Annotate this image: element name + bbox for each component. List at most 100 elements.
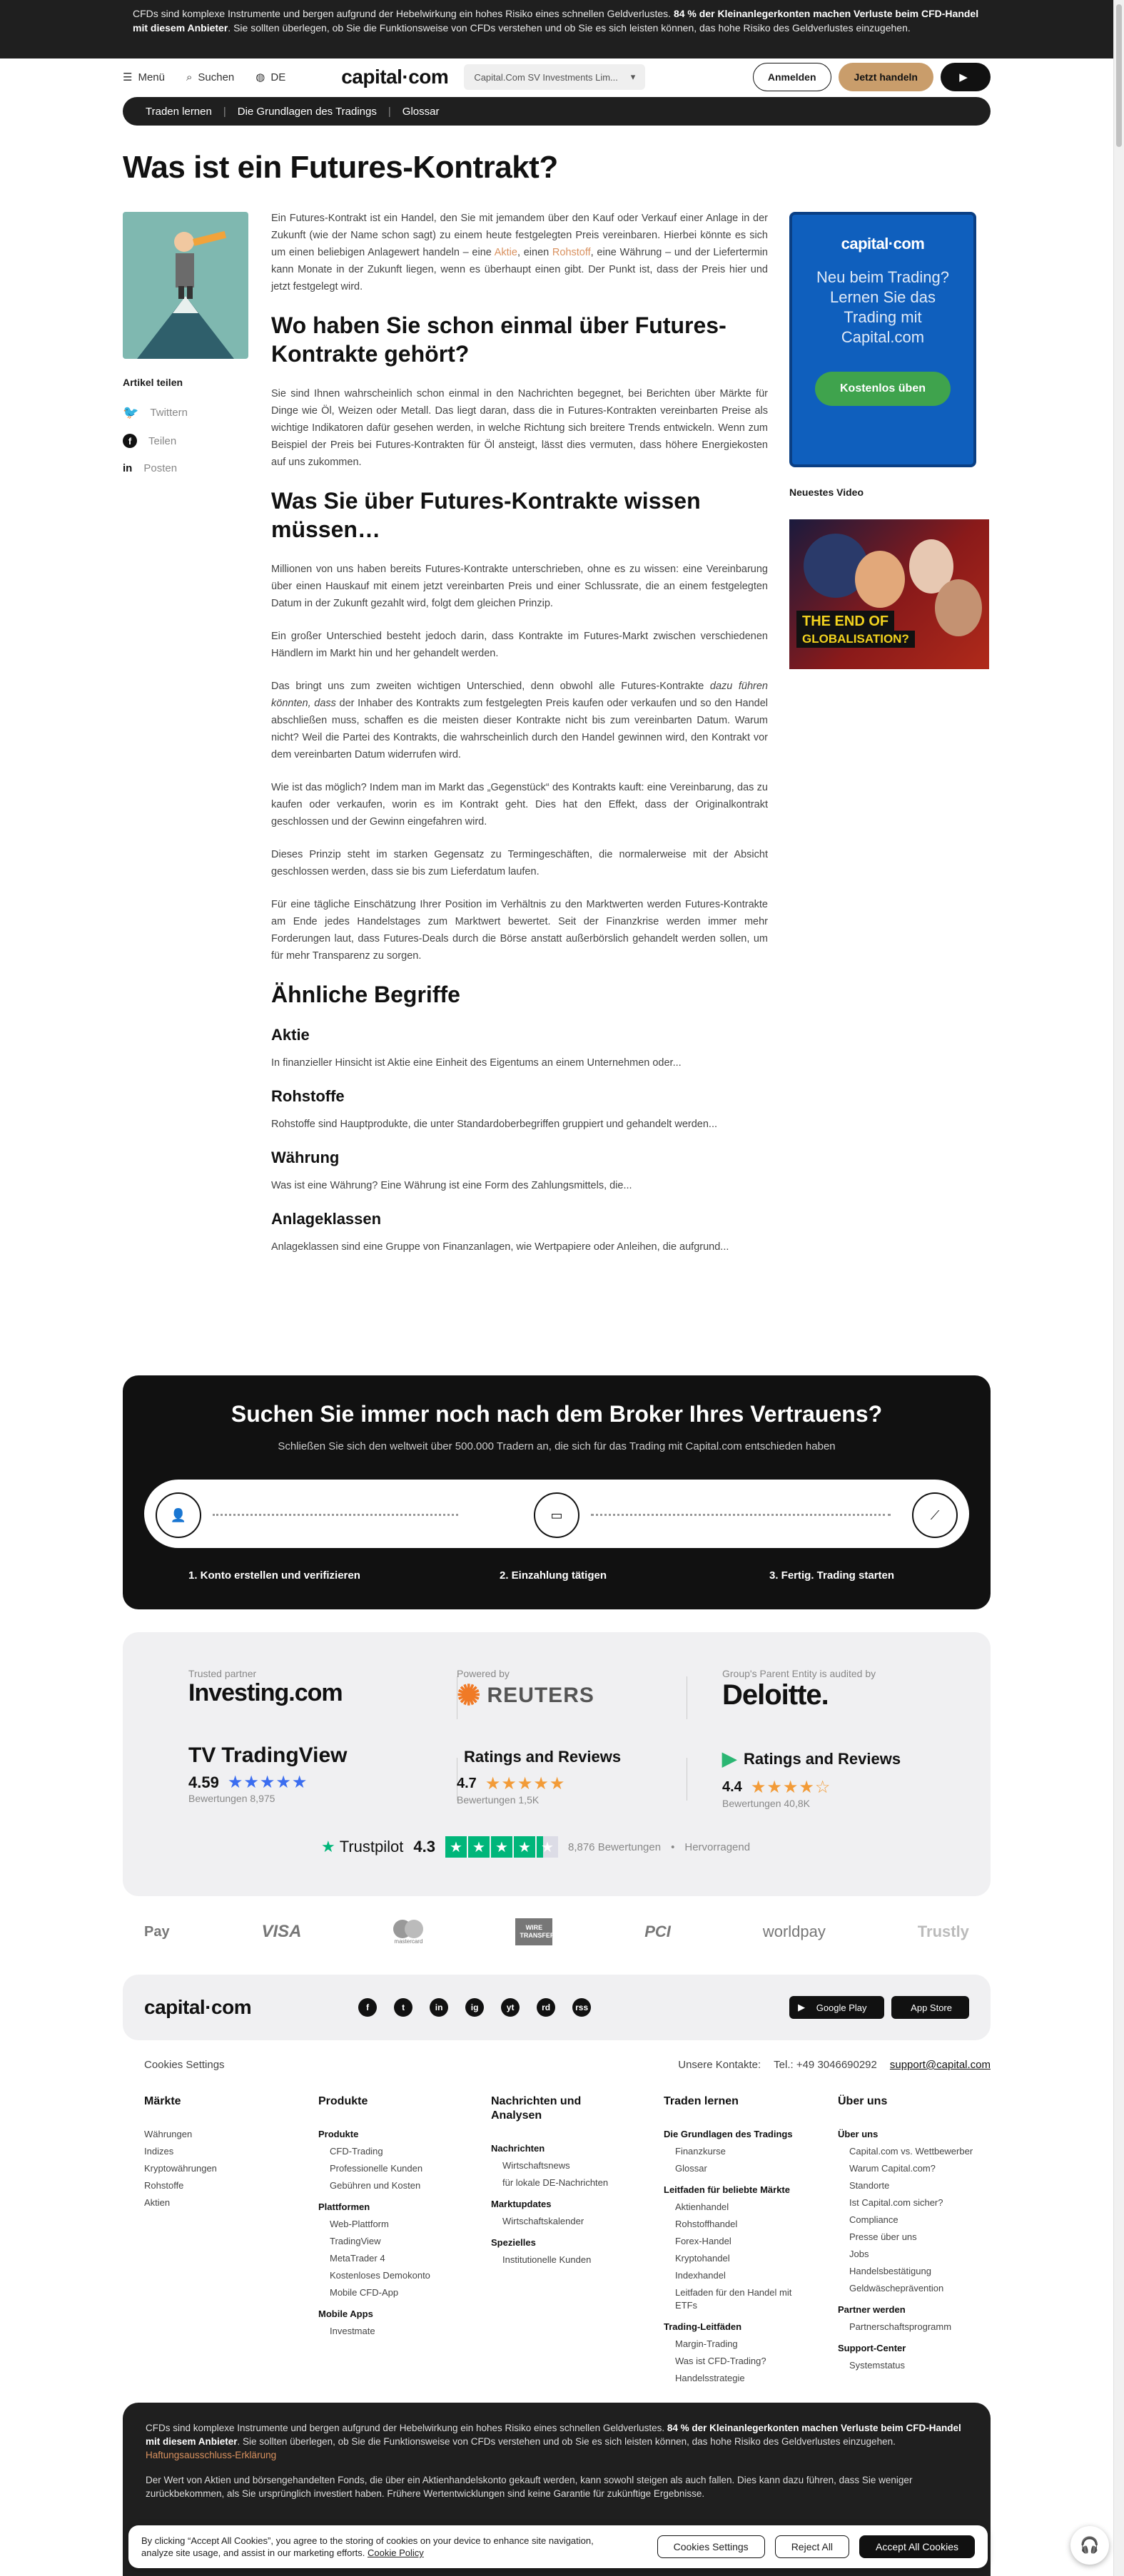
deloitte-logo: Deloitte. <box>722 1679 829 1711</box>
footer-link[interactable]: Partnerschaftsprogramm <box>838 2318 981 2336</box>
share-linkedin[interactable]: in Posten <box>123 462 177 474</box>
paragraph: Dieses Prinzip steht im starken Gegensat… <box>271 849 768 877</box>
term-title[interactable]: Anlageklassen <box>271 1210 768 1228</box>
tradingview-rating[interactable]: TV TradingView 4.59 ★★★★★ Bewertungen 8,975 <box>188 1743 348 1804</box>
app-store-badge[interactable]: App Store <box>891 1996 969 2019</box>
footer-link[interactable]: Glossar <box>664 2160 806 2177</box>
visa-logo: VISA <box>261 1922 302 1941</box>
google-play-rating[interactable]: ▶ Ratings and Reviews 4.4 ★★★★☆ Bewertungen … <box>722 1748 901 1809</box>
scrollbar-thumb[interactable] <box>1116 4 1122 147</box>
share-twitter[interactable]: 🐦 Twittern <box>123 405 188 420</box>
apple-pay-logo: Pay <box>144 1923 170 1940</box>
reject-all-button[interactable]: Reject All <box>774 2535 850 2558</box>
rss-icon[interactable]: rss <box>572 1998 592 2017</box>
menu-button[interactable]: ☰ Menü <box>123 71 165 84</box>
footer-link[interactable]: Presse über uns <box>838 2229 981 2246</box>
footer-link[interactable]: Wirtschaftskalender <box>491 2213 634 2230</box>
cookies-settings-link[interactable]: Cookies Settings <box>144 2059 225 2071</box>
footer-link[interactable]: Institutionelle Kunden <box>491 2251 634 2269</box>
practice-free-button[interactable]: Kostenlos üben <box>815 372 951 406</box>
cookie-settings-button[interactable]: Cookies Settings <box>657 2535 765 2558</box>
term-description: In finanzieller Hinsicht ist Aktie eine … <box>271 1057 682 1069</box>
apple-rating[interactable]: Ratings and Reviews 4.7 ★★★★★ Bewertungen 1… <box>457 1748 621 1806</box>
scrollbar[interactable] <box>1113 0 1124 2576</box>
twitter-icon[interactable]: t <box>394 1998 413 2017</box>
footer-link[interactable]: Rohstoffhandel <box>664 2216 806 2233</box>
paragraph: Sie sind Ihnen wahrscheinlich schon einm… <box>271 388 768 468</box>
cookie-policy-link[interactable]: Cookie Policy <box>368 2547 424 2558</box>
footer-link[interactable]: Ist Capital.com sicher? <box>838 2194 981 2211</box>
trustpilot-rating[interactable]: ★ Trustpilot 4.3 ★ ★ ★ ★ ★ 8,876 Bewertungen •… <box>321 1836 750 1858</box>
cookie-banner: By clicking “Accept All Cookies”, you ag… <box>128 2525 988 2568</box>
footer-link[interactable]: Kryptowährungen <box>144 2160 217 2177</box>
link-aktie[interactable]: Aktie <box>495 247 517 258</box>
footer-link[interactable]: Indexhandel <box>664 2267 806 2284</box>
linkedin-icon[interactable]: in <box>430 1998 449 2017</box>
support-chat-button[interactable]: 🎧 <box>1070 2526 1109 2565</box>
disclaimer-link[interactable]: Haftungsausschluss-Erklärung <box>146 2450 276 2460</box>
footer-link[interactable]: Margin-Trading <box>664 2336 806 2353</box>
instagram-icon[interactable]: ig <box>465 1998 485 2017</box>
link-rohstoff[interactable]: Rohstoff <box>552 247 591 258</box>
share-facebook[interactable]: f Teilen <box>123 434 176 448</box>
breadcrumb-separator: | <box>388 105 391 118</box>
breadcrumb-item-2[interactable]: Glossar <box>402 106 440 118</box>
latest-video-thumbnail[interactable]: THE END OF GLOBALISATION? <box>789 519 989 669</box>
footer-link[interactable]: Aktien <box>144 2194 217 2211</box>
entity-select[interactable]: Capital.Com SV Investments Lim... ▾ <box>464 64 646 90</box>
breadcrumb-item-0[interactable]: Traden lernen <box>146 106 212 118</box>
footer-logo[interactable]: capital·com <box>144 1996 252 2019</box>
term-title[interactable]: Aktie <box>271 1026 768 1044</box>
footer-link[interactable]: Währungen <box>144 2126 217 2143</box>
youtube-icon[interactable]: yt <box>501 1998 520 2017</box>
footer-link[interactable]: Finanzkurse <box>664 2143 806 2160</box>
footer-link[interactable]: Forex-Handel <box>664 2233 806 2250</box>
footer-link[interactable]: Handelsstrategie <box>664 2370 806 2387</box>
footer-link[interactable]: CFD-Trading <box>318 2143 430 2160</box>
footer-link[interactable]: Wirtschaftsnews <box>491 2157 634 2174</box>
trading-ad-banner[interactable]: capital·com Neu beim Trading? Lernen Sie… <box>789 212 976 467</box>
phone-link[interactable]: Tel.: +49 3046690292 <box>774 2059 877 2071</box>
footer-link[interactable]: für lokale DE-Nachrichten <box>491 2174 634 2191</box>
login-button[interactable]: Anmelden <box>752 63 831 91</box>
search-button[interactable]: ⌕ Suchen <box>186 71 234 83</box>
footer-link[interactable]: Kostenloses Demokonto <box>318 2267 430 2284</box>
logo[interactable]: capital·com <box>341 66 449 88</box>
language-selector[interactable]: ◍ DE <box>255 71 285 84</box>
footer-link[interactable]: Systemstatus <box>838 2357 981 2374</box>
footer-link[interactable]: Was ist CFD-Trading? <box>664 2353 806 2370</box>
footer-link[interactable]: Gebühren und Kosten <box>318 2177 430 2194</box>
footer-link[interactable]: Aktienhandel <box>664 2199 806 2216</box>
footer-link[interactable]: Mobile CFD-App <box>318 2284 430 2301</box>
footer-link[interactable]: Jobs <box>838 2246 981 2263</box>
footer-link[interactable]: Indizes <box>144 2143 217 2160</box>
footer-link[interactable]: Rohstoffe <box>144 2177 217 2194</box>
term-title[interactable]: Währung <box>271 1149 768 1167</box>
footer-link[interactable]: Compliance <box>838 2211 981 2229</box>
accept-all-button[interactable]: Accept All Cookies <box>859 2535 975 2558</box>
footer-link[interactable]: Capital.com vs. Wettbewerber <box>838 2143 981 2160</box>
footer-link[interactable]: Warum Capital.com? <box>838 2160 981 2177</box>
footer-link[interactable]: Professionelle Kunden <box>318 2160 430 2177</box>
paragraph: Ein großer Unterschied besteht jedoch da… <box>271 631 768 659</box>
facebook-icon[interactable]: f <box>358 1998 378 2017</box>
footer-link[interactable]: Web-Plattform <box>318 2216 430 2233</box>
footer-link[interactable]: Standorte <box>838 2177 981 2194</box>
term-title[interactable]: Rohstoffe <box>271 1087 768 1106</box>
trade-now-button[interactable]: Jetzt handeln <box>838 63 933 91</box>
reddit-icon[interactable]: rd <box>537 1998 556 2017</box>
footer-link[interactable]: Geldwäscheprävention <box>838 2280 981 2297</box>
footer-link[interactable]: Handelsbestätigung <box>838 2263 981 2280</box>
footer-link[interactable]: Investmate <box>318 2323 430 2340</box>
email-link[interactable]: support@capital.com <box>890 2059 991 2071</box>
breadcrumb-item-1[interactable]: Die Grundlagen des Tradings <box>238 106 377 118</box>
tradingview-icon: TV <box>188 1743 216 1767</box>
footer-link[interactable]: Leitfaden für den Handel mit ETFs <box>664 2284 806 2314</box>
app-download-button[interactable]: ▶ <box>941 63 991 91</box>
footer-link[interactable]: MetaTrader 4 <box>318 2250 430 2267</box>
footer-link[interactable]: TradingView <box>318 2233 430 2250</box>
step-connector <box>591 1514 891 1516</box>
mastercard-logo: mastercard <box>393 1919 424 1945</box>
google-play-badge[interactable]: ▶ Google Play <box>789 1996 884 2019</box>
footer-link[interactable]: Kryptohandel <box>664 2250 806 2267</box>
